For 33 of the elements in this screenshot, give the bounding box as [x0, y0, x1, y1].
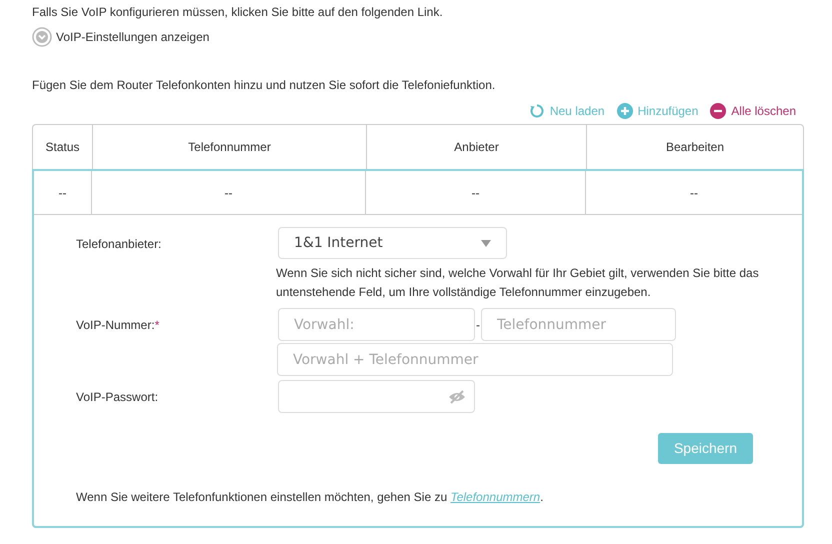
save-button[interactable]: Speichern [658, 433, 753, 464]
eye-slash-icon[interactable] [448, 390, 466, 404]
field-label: VoIP-Passwort: [76, 390, 158, 404]
field-label: VoIP-Nummer:* [76, 318, 160, 332]
column-header: Bearbeiten [586, 125, 803, 169]
password-field[interactable] [278, 380, 475, 413]
field-label: Telefonanbieter: [76, 237, 162, 251]
intro-text: Falls Sie VoIP konfigurieren müssen, klicken Sie bitte auf den folgenden Link. [32, 4, 443, 21]
column-header: Anbieter [366, 125, 586, 169]
table-cell: -- [365, 171, 585, 214]
table-cell-text: -- [58, 184, 68, 202]
phone-number-field[interactable]: Telefonnummer [481, 308, 676, 341]
minus-icon [710, 103, 726, 119]
phone-numbers-link[interactable]: Telefonnummern [450, 490, 540, 504]
footer-text: Wenn Sie weitere Telefonfunktionen einstellen möchten, gehen Sie zu Telefonnummern. [76, 489, 544, 506]
plus-icon [616, 103, 633, 119]
table-cell: -- [91, 171, 365, 214]
column-header: Telefonnummer [92, 125, 366, 169]
column-header: Status [44, 139, 81, 156]
full-number-field[interactable]: Vorwahl + Telefonnummer [277, 343, 673, 376]
dropdown-arrow-icon [481, 240, 491, 246]
area-code-field[interactable]: Vorwahl: [278, 308, 475, 341]
hint-text: Wenn Sie sich nicht sicher sind, welche Vorwahl für Ihr Gebiet gilt, verwenden Sie bitte das untenstehende Feld, um Ihre vollständige Telefonnummer einzugeben. [276, 265, 760, 301]
reload-button[interactable]: Neu laden [528, 102, 605, 120]
refresh-icon [528, 103, 545, 119]
delete-button[interactable]: Alle löschen [710, 102, 796, 120]
provider-select[interactable]: 1&1 Internet [278, 227, 507, 259]
table-cell: -- [585, 171, 802, 214]
add-button[interactable]: Hinzufügen [616, 102, 698, 120]
chevron-icon [32, 27, 52, 47]
description-text: Fügen Sie dem Router Telefonkonten hinzu und nutzen Sie sofort die Telefoniefunktion. [32, 77, 496, 94]
separator-text: - [475, 316, 481, 334]
voip-settings-toggle[interactable]: VoIP-Einstellungen anzeigen [32, 24, 210, 50]
